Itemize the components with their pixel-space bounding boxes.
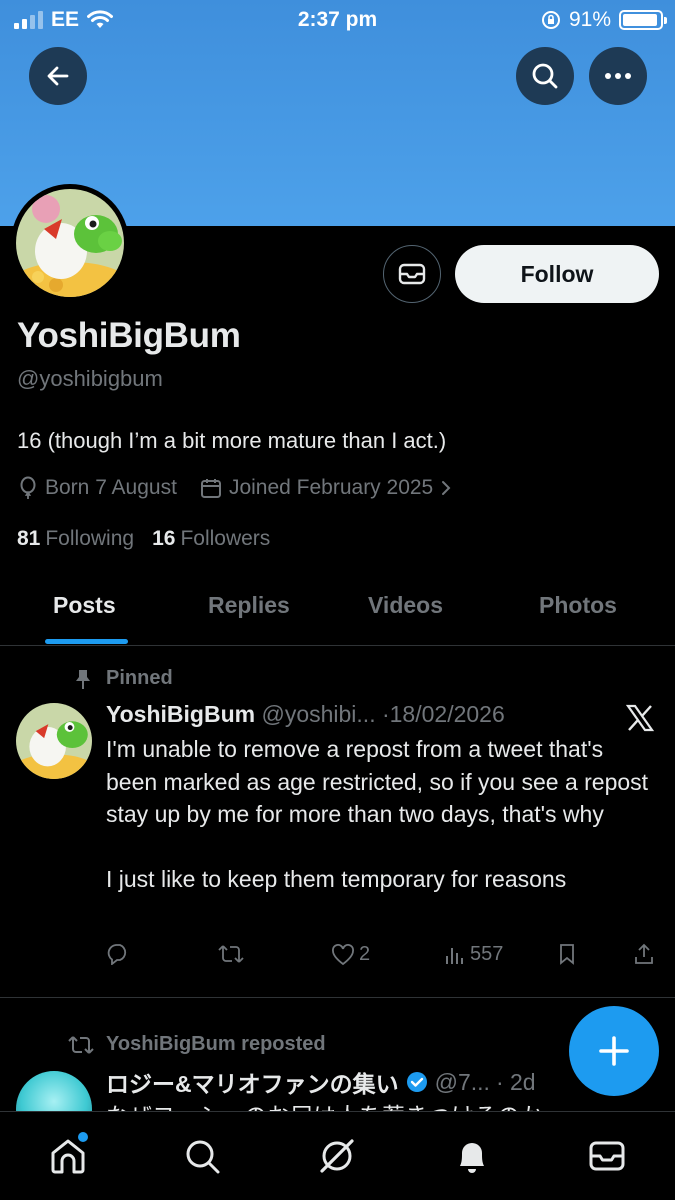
nav-messages[interactable] (585, 1134, 629, 1178)
search-button[interactable] (516, 47, 574, 105)
tab-posts[interactable]: Posts (53, 592, 116, 619)
joined-text[interactable]: Joined February 2025 (229, 476, 433, 500)
verified-badge-icon (406, 1072, 427, 1092)
repost-author[interactable]: ロジー&マリオファンの集い (106, 1065, 399, 1099)
share-icon (635, 943, 653, 964)
reply-icon (107, 944, 127, 965)
views-button[interactable]: 557 (444, 943, 503, 966)
bookmark-icon (560, 944, 574, 965)
search-icon (532, 63, 558, 89)
post-handle: @yoshibi... (261, 701, 376, 727)
back-button[interactable] (29, 47, 87, 105)
follow-button[interactable]: Follow (455, 245, 659, 303)
profile-meta: Born 7 August Joined February 2025 (17, 476, 453, 500)
repost-date: · 2d (495, 1068, 536, 1095)
more-icon (605, 73, 631, 79)
more-options-button[interactable] (589, 47, 647, 105)
grok-icon (320, 1139, 354, 1173)
profile-avatar[interactable] (11, 184, 129, 302)
following-count: 81 (17, 527, 41, 550)
home-icon (51, 1139, 85, 1174)
followers-label: Followers (180, 527, 271, 550)
chevron-right-icon[interactable] (439, 479, 453, 497)
plus-icon (599, 1036, 629, 1066)
active-tab-indicator (45, 639, 128, 644)
view-count: 557 (470, 943, 504, 965)
like-button[interactable]: 2 (331, 943, 370, 966)
like-count: 2 (359, 943, 371, 965)
repost-button[interactable] (218, 943, 244, 965)
pinned-label: Pinned (106, 667, 173, 689)
tab-replies[interactable]: Replies (208, 592, 290, 619)
tab-photos[interactable]: Photos (539, 592, 617, 619)
nav-notifications[interactable] (450, 1134, 494, 1178)
heart-icon (332, 943, 354, 965)
repost-author-avatar[interactable] (16, 1071, 92, 1111)
message-button[interactable] (383, 245, 441, 303)
followers-link[interactable]: 16 Followers (152, 527, 270, 551)
pinned-indicator: Pinned (74, 667, 173, 690)
repost-handle: @7... (434, 1068, 490, 1095)
repost-indicator: YoshiBigBum reposted (68, 1033, 326, 1056)
bottom-nav (0, 1111, 675, 1200)
avatar-image (16, 189, 124, 297)
envelope-icon (589, 1141, 625, 1171)
compose-button[interactable] (569, 1006, 659, 1096)
status-bar: EE 2:37 pm 91% (0, 0, 675, 40)
battery-percent: 91% (568, 8, 611, 31)
repost-icon (68, 1035, 94, 1054)
birthday-balloon-icon (20, 476, 36, 499)
bell-icon (460, 1143, 484, 1173)
repost-header: ロジー&マリオファンの集い @7... · 2d (106, 1065, 536, 1099)
post-header: YoshiBigBum @yoshibi... ·18/02/2026 (106, 701, 505, 728)
post-date: ·18/02/2026 (381, 701, 505, 727)
envelope-icon (398, 263, 426, 285)
post-text: I'm unable to remove a repost from a twe… (106, 733, 651, 928)
share-button[interactable] (633, 943, 655, 965)
birthday-text: Born 7 August (45, 476, 177, 499)
repost-text: なぜヨッシーのお尻は人を惹きつけるのか (106, 1097, 543, 1111)
repost-label: YoshiBigBum reposted (106, 1033, 326, 1055)
display-name: YoshiBigBum (17, 316, 241, 355)
tab-videos[interactable]: Videos (368, 592, 443, 619)
pin-icon (76, 669, 90, 689)
follow-stats: 81 Following 16 Followers (17, 527, 270, 551)
handle: @yoshibigbum (17, 366, 163, 391)
orientation-lock-icon (541, 11, 560, 29)
pinned-post[interactable]: Pinned YoshiBigBum @yoshibi... ·18/02/20… (0, 647, 675, 998)
repost-icon (218, 945, 244, 963)
back-arrow-icon (47, 66, 69, 86)
following-link[interactable]: 81 Following (17, 527, 134, 551)
profile-tabs: Posts Replies Videos Photos (0, 580, 675, 646)
calendar-icon (200, 479, 221, 498)
post-paragraph: I just like to keep them temporary for r… (106, 866, 567, 892)
battery-icon (619, 10, 667, 30)
x-logo-icon (625, 704, 655, 732)
post-paragraph: I'm unable to remove a repost from a twe… (106, 736, 649, 827)
nav-search[interactable] (180, 1134, 224, 1178)
search-icon (186, 1140, 220, 1174)
post-actions: 2 557 (106, 943, 658, 973)
views-icon (446, 947, 463, 964)
post-avatar[interactable] (16, 703, 92, 779)
bio: 16 (though I’m a bit more mature than I … (17, 428, 447, 453)
notification-dot (78, 1132, 88, 1142)
status-right: 91% (541, 8, 667, 32)
following-label: Following (45, 527, 135, 550)
followers-count: 16 (152, 527, 176, 550)
bookmark-button[interactable] (557, 943, 577, 965)
reply-button[interactable] (106, 943, 130, 965)
nav-grok[interactable] (315, 1134, 359, 1178)
post-author[interactable]: YoshiBigBum (106, 701, 255, 727)
nav-home[interactable] (46, 1132, 90, 1178)
